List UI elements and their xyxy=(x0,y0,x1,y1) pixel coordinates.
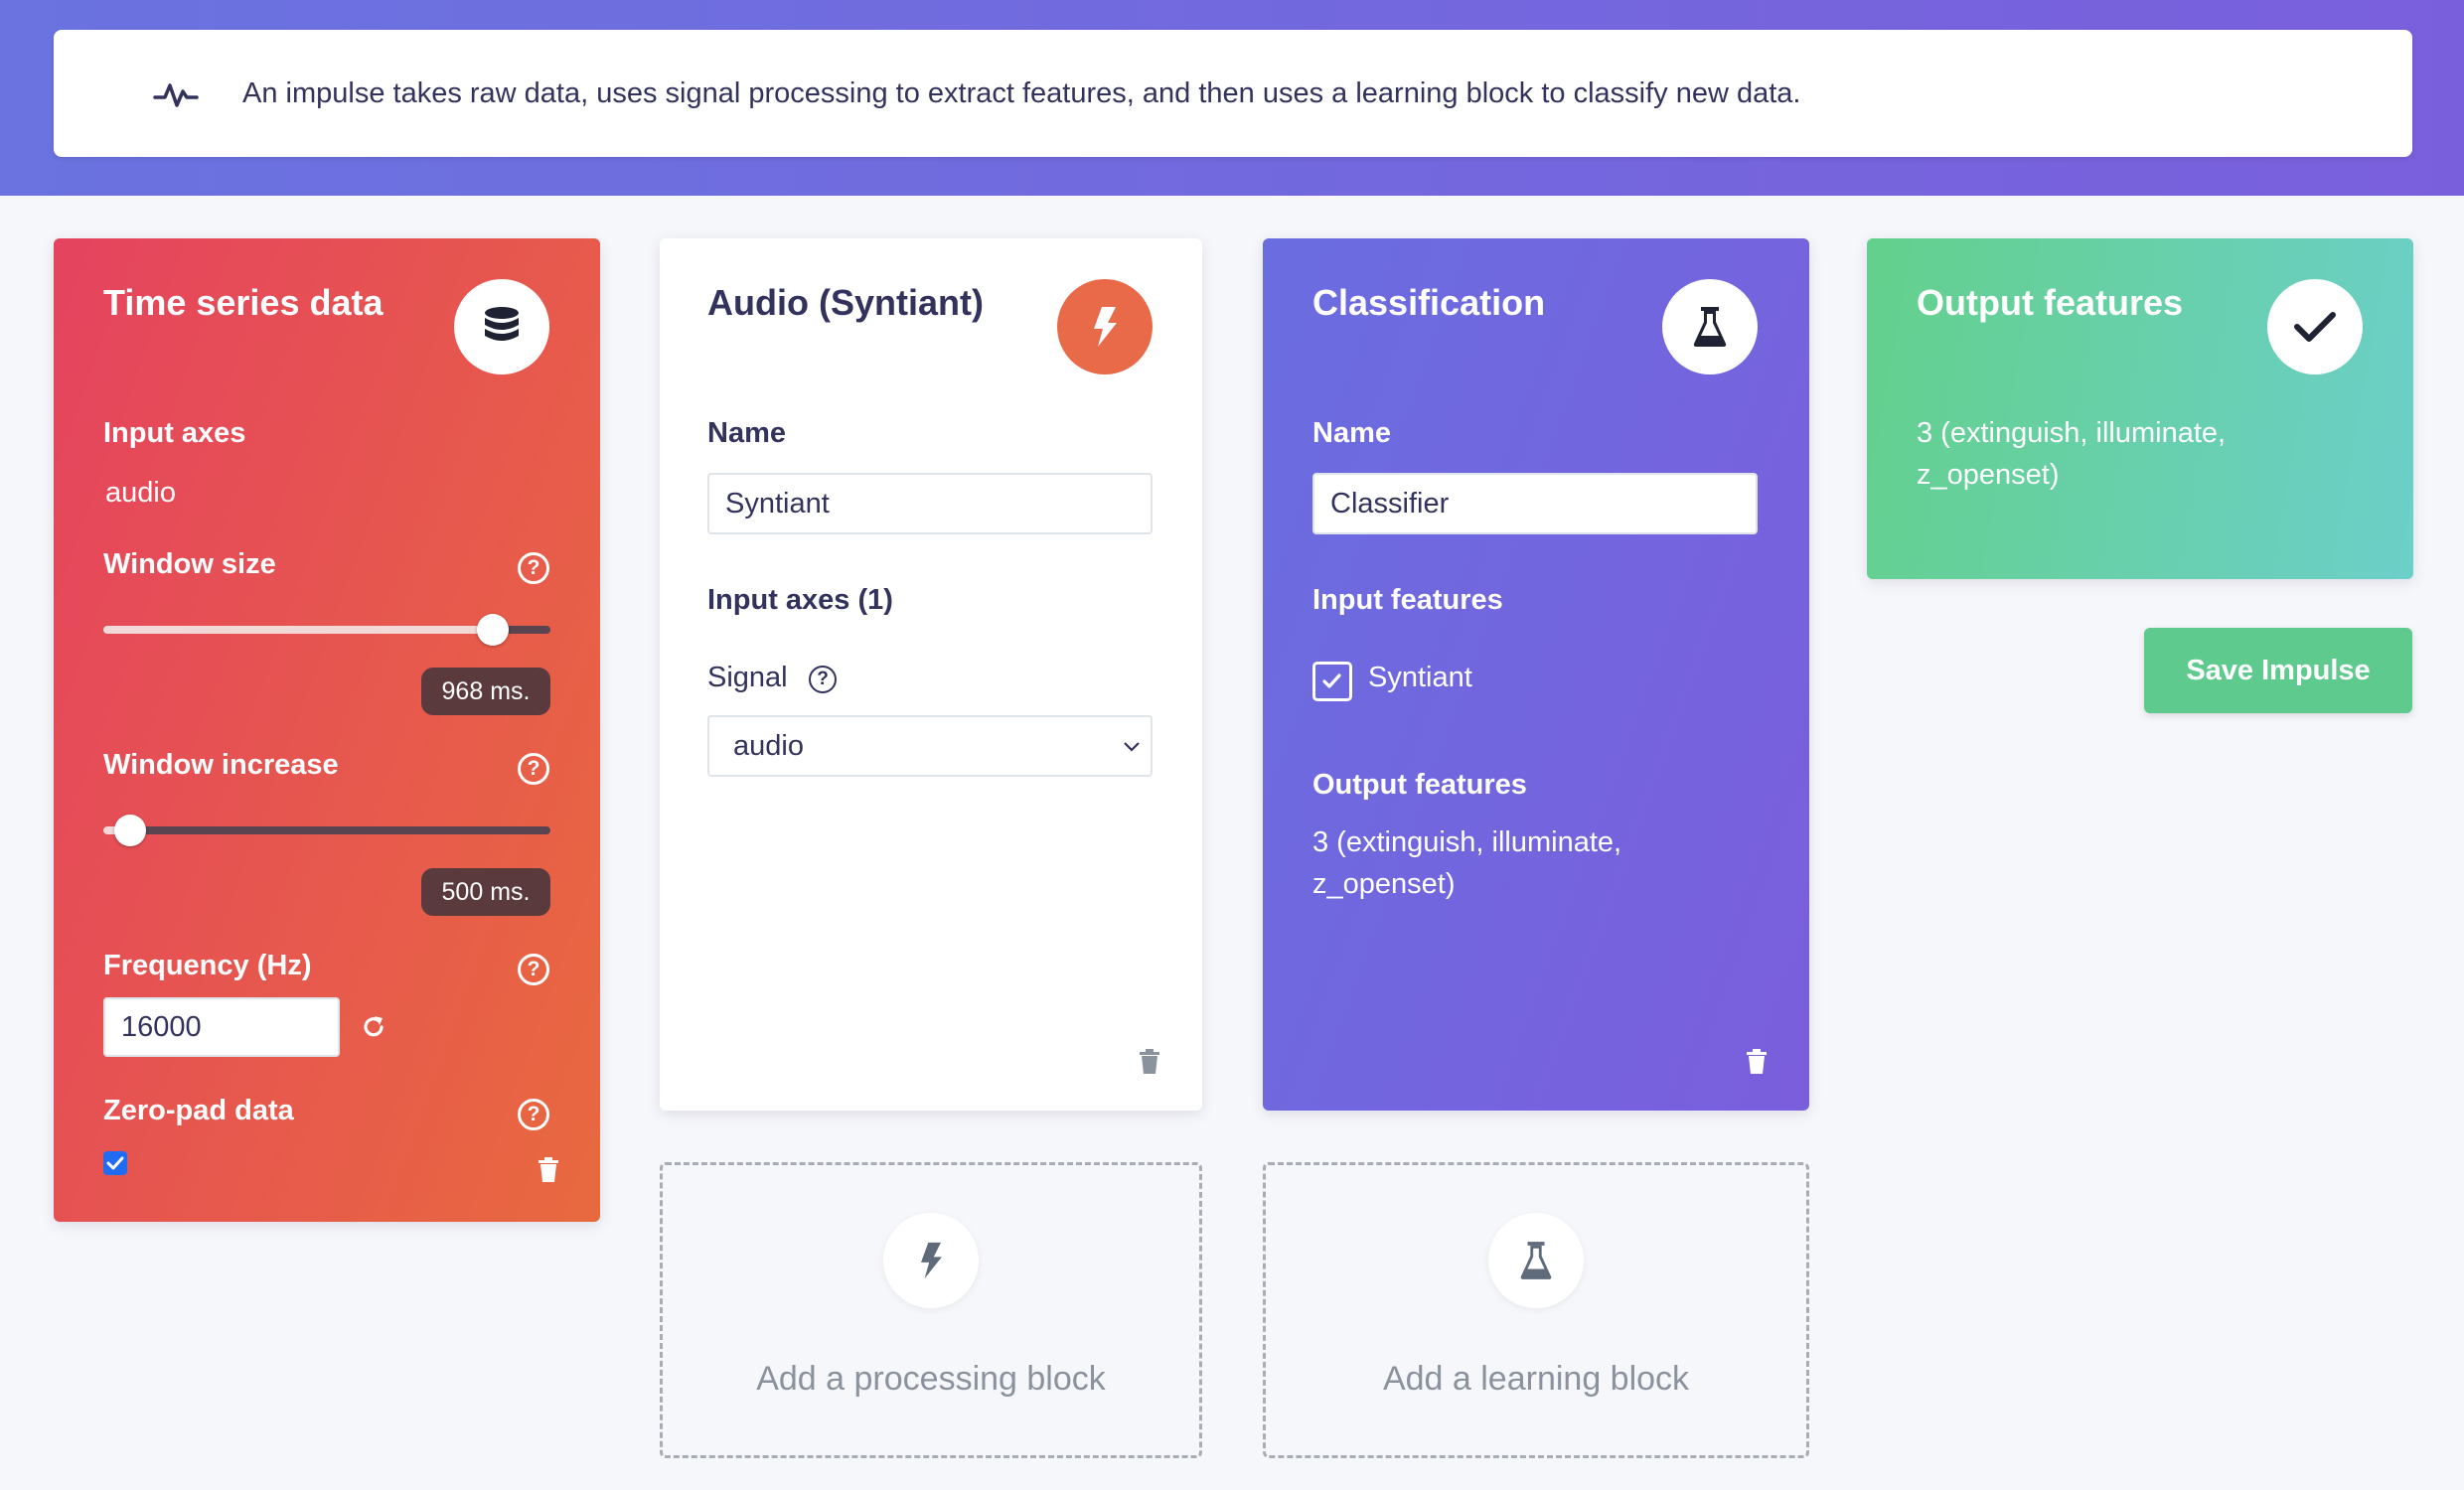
window-size-slider-handle[interactable] xyxy=(477,614,509,646)
classification-name-label: Name xyxy=(1312,417,1391,449)
help-icon[interactable]: ? xyxy=(518,753,549,785)
output-features-card: Output features 3 (extinguish, illuminat… xyxy=(1867,238,2413,579)
flask-icon xyxy=(1662,279,1758,374)
add-processing-block[interactable]: Add a processing block xyxy=(660,1162,1202,1458)
trash-icon[interactable] xyxy=(1746,1049,1768,1075)
check-icon xyxy=(1322,673,1341,688)
bolt-icon xyxy=(1057,279,1153,374)
window-size-label: Window size xyxy=(103,548,276,580)
frequency-label: Frequency (Hz) xyxy=(103,950,312,981)
window-increase-slider[interactable] xyxy=(103,815,550,846)
zero-pad-checkbox[interactable] xyxy=(103,1151,127,1175)
database-icon xyxy=(454,279,549,374)
bolt-icon xyxy=(883,1213,979,1308)
window-increase-value: 500 ms. xyxy=(421,868,550,916)
classifier-name-input[interactable]: Classifier xyxy=(1312,473,1758,534)
trash-icon[interactable] xyxy=(1139,1049,1160,1075)
window-size-slider[interactable] xyxy=(103,614,550,646)
add-processing-text: Add a processing block xyxy=(756,1360,1106,1398)
input-feature-label: Syntiant xyxy=(1368,662,1472,693)
output-features-title: Output features xyxy=(1917,282,2184,323)
audio-name-input[interactable]: Syntiant xyxy=(707,473,1153,534)
save-impulse-button[interactable]: Save Impulse xyxy=(2144,628,2412,713)
classification-output-line2: z_openset) xyxy=(1312,868,1456,900)
zero-pad-label: Zero-pad data xyxy=(103,1095,294,1126)
window-size-slider-fill xyxy=(103,626,493,634)
classification-output-features-label: Output features xyxy=(1312,769,1527,801)
output-features-line2: z_openset) xyxy=(1917,459,2060,491)
signal-label: Signal xyxy=(707,662,788,693)
signal-select-value: audio xyxy=(733,729,804,762)
classification-card: Classification Name Classifier Input fea… xyxy=(1263,238,1809,1111)
audio-input-axes-label: Input axes (1) xyxy=(707,584,893,616)
chevron-down-icon xyxy=(1124,742,1140,752)
add-learning-block[interactable]: Add a learning block xyxy=(1263,1162,1809,1458)
audio-name-label: Name xyxy=(707,417,786,449)
audio-syntiant-card: Audio (Syntiant) Name Syntiant Input axe… xyxy=(660,238,1202,1111)
window-size-value: 968 ms. xyxy=(421,668,550,715)
help-icon[interactable]: ? xyxy=(518,954,549,985)
trash-icon[interactable] xyxy=(538,1157,559,1183)
input-axes-value: audio xyxy=(105,477,176,509)
classification-output-line1: 3 (extinguish, illuminate, xyxy=(1312,826,1622,858)
input-feature-checkbox[interactable] xyxy=(1312,662,1352,701)
window-increase-slider-handle[interactable] xyxy=(114,815,146,846)
time-series-card: Time series data Input axes audio Window… xyxy=(54,238,600,1222)
help-icon[interactable]: ? xyxy=(518,1099,549,1130)
refresh-icon[interactable] xyxy=(360,1013,387,1041)
flask-icon xyxy=(1488,1213,1584,1308)
input-axes-label: Input axes xyxy=(103,417,246,449)
check-icon xyxy=(106,1156,124,1170)
classification-title: Classification xyxy=(1312,282,1546,323)
add-learning-text: Add a learning block xyxy=(1382,1360,1690,1398)
frequency-input[interactable]: 16000 xyxy=(103,997,340,1057)
window-increase-label: Window increase xyxy=(103,749,339,781)
help-icon[interactable]: ? xyxy=(809,666,837,693)
output-features-line1: 3 (extinguish, illuminate, xyxy=(1917,417,2227,449)
time-series-title: Time series data xyxy=(103,282,384,323)
info-box: An impulse takes raw data, uses signal p… xyxy=(54,30,2412,157)
help-icon[interactable]: ? xyxy=(518,552,549,584)
audio-title: Audio (Syntiant) xyxy=(707,282,984,323)
info-text: An impulse takes raw data, uses signal p… xyxy=(242,77,1801,109)
pulse-icon xyxy=(153,83,199,107)
check-icon xyxy=(2267,279,2363,374)
input-features-label: Input features xyxy=(1312,584,1503,616)
signal-select[interactable]: audio xyxy=(707,715,1153,777)
